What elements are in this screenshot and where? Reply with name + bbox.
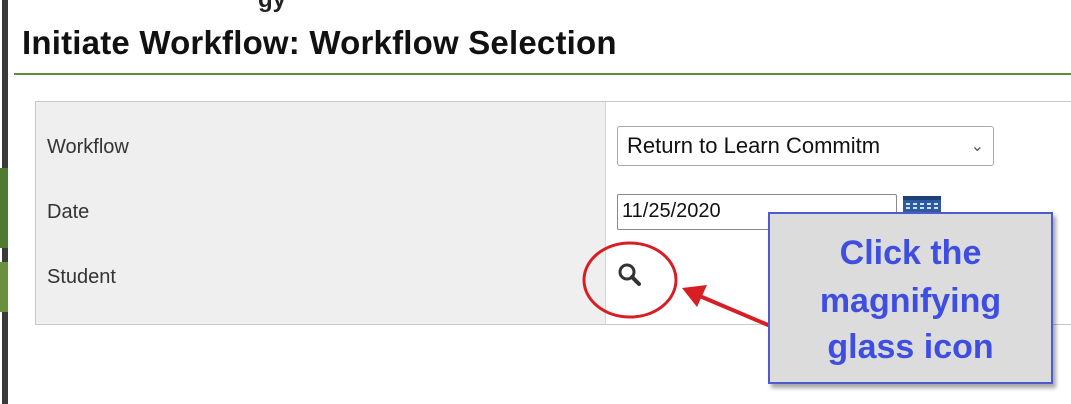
window-edge-accent-lower [0, 262, 8, 312]
workflow-select[interactable]: Return to Learn Commitm ⌄ [617, 126, 994, 166]
callout-line-2: magnifying [819, 282, 1002, 320]
title-divider [14, 73, 1071, 75]
callout-line-3: glass icon [827, 328, 994, 366]
workflow-select-value: Return to Learn Commitm [627, 133, 881, 158]
student-label: Student [47, 266, 116, 288]
window-edge [0, 0, 9, 404]
date-label: Date [47, 201, 90, 223]
workflow-label: Workflow [47, 136, 129, 158]
clipped-heading-text: gy [258, 0, 286, 14]
magnifying-glass-icon[interactable] [612, 258, 648, 294]
calendar-icon[interactable] [903, 196, 941, 212]
page-title: Initiate Workflow: Workflow Selection [22, 24, 617, 61]
chevron-down-icon: ⌄ [970, 138, 984, 155]
window-edge-accent [0, 168, 8, 248]
callout-line-1: Click the [839, 234, 982, 272]
instruction-callout: Click the magnifying glass icon [768, 212, 1053, 384]
form-label-column: Workflow Date Student [36, 102, 606, 324]
